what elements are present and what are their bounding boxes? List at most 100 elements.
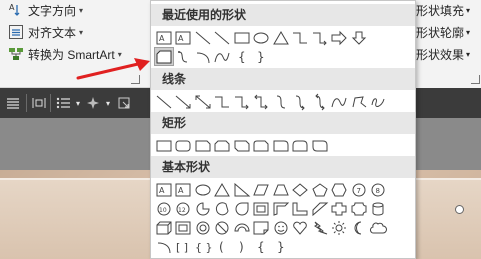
no-symbol-shape[interactable] xyxy=(213,218,233,237)
launcher-icon[interactable] xyxy=(118,95,130,111)
round-diagonal-shape[interactable] xyxy=(310,136,330,155)
diamond-shape[interactable] xyxy=(291,180,311,199)
curved-arrow-shape[interactable] xyxy=(291,92,311,111)
octagon-shape[interactable]: 8 xyxy=(369,180,389,199)
cross-shape[interactable] xyxy=(330,199,350,218)
parallelogram-shape[interactable] xyxy=(252,180,272,199)
right-triangle-shape[interactable] xyxy=(232,180,252,199)
oval-shape[interactable] xyxy=(252,28,272,47)
arc-shape[interactable] xyxy=(154,237,174,256)
pentagon-shape[interactable] xyxy=(310,180,330,199)
left-brace-shape[interactable]: { xyxy=(232,47,252,66)
align-text-button[interactable]: 对齐文本 ▾ xyxy=(8,22,83,42)
cloud-shape[interactable] xyxy=(369,218,389,237)
moon-shape[interactable] xyxy=(349,218,369,237)
bullets-icon[interactable] xyxy=(56,95,72,111)
double-bracket-shape[interactable]: [ ] xyxy=(174,237,194,256)
snip-single-corner-shape[interactable] xyxy=(193,136,213,155)
curved-connector-shape[interactable] xyxy=(174,47,194,66)
curved-connector-shape[interactable] xyxy=(271,92,291,111)
snip-corner-shape[interactable] xyxy=(154,47,174,66)
rectangle-shape[interactable] xyxy=(154,136,174,155)
dodecagon-shape[interactable]: 12 xyxy=(174,199,194,218)
curve-shape[interactable] xyxy=(330,92,350,111)
half-frame-shape[interactable] xyxy=(271,199,291,218)
selection-handle[interactable] xyxy=(455,205,464,214)
decagon-shape[interactable]: 10 xyxy=(154,199,174,218)
left-brace-shape[interactable]: { xyxy=(252,237,272,256)
line-shape[interactable] xyxy=(154,92,174,111)
sparkle-icon[interactable] xyxy=(86,95,100,111)
folded-corner-shape[interactable] xyxy=(252,218,272,237)
bevel-shape[interactable] xyxy=(174,218,194,237)
oval-shape[interactable] xyxy=(193,180,213,199)
round-single-corner-shape[interactable] xyxy=(271,136,291,155)
vertical-textbox-shape[interactable]: A xyxy=(174,28,194,47)
text-direction-button[interactable]: A 文字方向 ▾ xyxy=(8,0,83,20)
teardrop-shape[interactable] xyxy=(232,199,252,218)
textbox-shape[interactable]: A xyxy=(154,180,174,199)
right-brace-shape[interactable]: } xyxy=(271,237,291,256)
right-arrow-shape[interactable] xyxy=(330,28,350,47)
cube-shape[interactable] xyxy=(154,218,174,237)
round-same-side-shape[interactable] xyxy=(291,136,311,155)
elbow-connector-shape[interactable] xyxy=(291,28,311,47)
elbow-connector-shape[interactable] xyxy=(213,92,233,111)
text-direction-label: 文字方向 xyxy=(28,3,77,18)
triangle-shape[interactable] xyxy=(271,28,291,47)
frame-shape[interactable] xyxy=(252,199,272,218)
lightning-bolt-shape[interactable] xyxy=(310,218,330,237)
shape-outline-button[interactable]: 形状轮廓 ▾ xyxy=(416,24,470,41)
snip-diagonal-shape[interactable] xyxy=(232,136,252,155)
lines-row xyxy=(154,92,388,111)
can-shape[interactable] xyxy=(369,199,389,218)
basic-shapes-row: 10 12 xyxy=(154,199,388,218)
rounded-rectangle-shape[interactable] xyxy=(174,136,194,155)
textbox-shape[interactable]: A xyxy=(154,28,174,47)
right-bracket-shape[interactable]: ) xyxy=(232,237,252,256)
hexagon-shape[interactable] xyxy=(330,180,350,199)
right-brace-shape[interactable]: } xyxy=(252,47,272,66)
elbow-double-arrow-shape[interactable] xyxy=(252,92,272,111)
scribble-shape[interactable] xyxy=(369,92,389,111)
chevron-down-icon[interactable]: ▾ xyxy=(106,95,110,111)
left-bracket-shape[interactable]: ( xyxy=(213,237,233,256)
line-shape[interactable] xyxy=(213,28,233,47)
freeform-shape[interactable] xyxy=(349,92,369,111)
line-shape[interactable] xyxy=(193,28,213,47)
elbow-arrow-shape[interactable] xyxy=(232,92,252,111)
drawing-dialog-launcher[interactable] xyxy=(471,75,480,84)
diagonal-stripe-shape[interactable] xyxy=(310,199,330,218)
plaque-shape[interactable] xyxy=(349,199,369,218)
rectangle-shape[interactable] xyxy=(232,28,252,47)
snip-round-shape[interactable] xyxy=(252,136,272,155)
svg-text:{: { xyxy=(238,50,246,64)
arc-shape[interactable] xyxy=(193,47,213,66)
sun-shape[interactable] xyxy=(330,218,350,237)
elbow-arrow-shape[interactable] xyxy=(310,28,330,47)
smiley-face-shape[interactable] xyxy=(271,218,291,237)
smartart-icon xyxy=(8,46,24,62)
double-brace-shape[interactable]: { } xyxy=(193,237,213,256)
triangle-shape[interactable] xyxy=(213,180,233,199)
align-justify-icon[interactable] xyxy=(6,95,20,111)
trapezoid-shape[interactable] xyxy=(271,180,291,199)
chevron-down-icon[interactable]: ▾ xyxy=(76,95,80,111)
arrow-line-shape[interactable] xyxy=(174,92,194,111)
block-arc-shape[interactable] xyxy=(232,218,252,237)
snip-same-side-shape[interactable] xyxy=(213,136,233,155)
heptagon-shape[interactable]: 7 xyxy=(349,180,369,199)
l-shape[interactable] xyxy=(291,199,311,218)
shape-fill-button[interactable]: 形状填充 ▾ xyxy=(416,2,470,19)
vertical-textbox-shape[interactable]: A xyxy=(174,180,194,199)
distribute-icon[interactable] xyxy=(32,95,46,111)
donut-shape[interactable] xyxy=(193,218,213,237)
curved-double-arrow-shape[interactable] xyxy=(310,92,330,111)
heart-shape[interactable] xyxy=(291,218,311,237)
shape-effects-button[interactable]: 形状效果 ▾ xyxy=(416,46,470,63)
down-arrow-shape[interactable] xyxy=(349,28,369,47)
chord-shape[interactable] xyxy=(213,199,233,218)
double-arrow-line-shape[interactable] xyxy=(193,92,213,111)
curve-shape[interactable] xyxy=(213,47,233,66)
pie-shape[interactable] xyxy=(193,199,213,218)
